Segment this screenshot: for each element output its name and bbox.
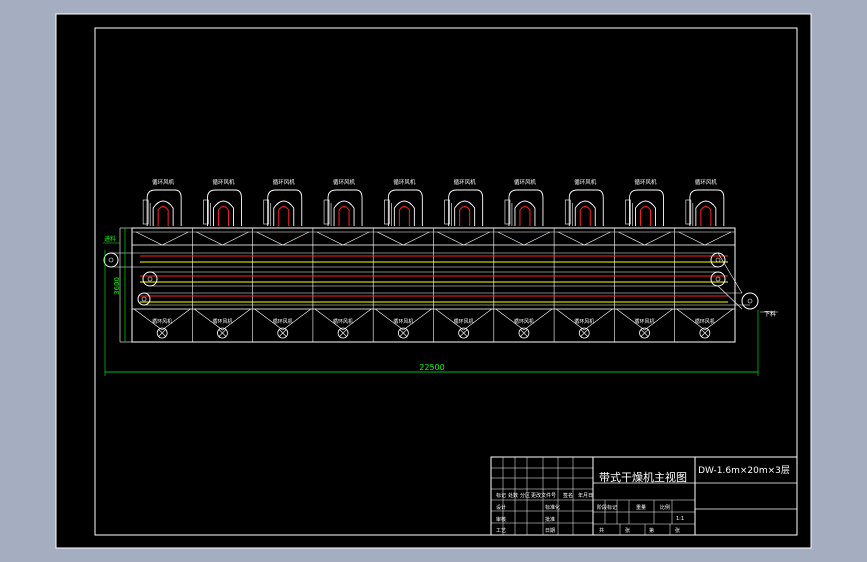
bottom-fan-label: 循环风机: [273, 318, 293, 325]
tb-header-5: 年月日: [578, 492, 593, 499]
tb-row-0-a: 设计: [496, 504, 506, 511]
tb-footer-3: 张: [675, 527, 680, 534]
fan-label: 循环风机: [152, 178, 175, 186]
fan-label: 循环风机: [574, 178, 597, 186]
drawing-sheet: 循环风机 循环风机 循环风机 循环风机 循环风机 循环风机 循环风机 循环风机 循环风机 循环风机…: [55, 13, 812, 549]
inlet-label: 进料: [104, 235, 116, 243]
tb-row-2-a: 工艺: [496, 528, 506, 534]
bottom-fan-label: 循环风机: [212, 318, 232, 325]
bottom-fan-label: 循环风机: [454, 318, 474, 325]
tb-mid-header-0: 阶段标记: [597, 504, 617, 511]
bottom-fan-label: 循环风机: [574, 318, 594, 325]
tb-row-2-c: 日期: [545, 528, 555, 534]
tb-header-0: 标记: [496, 492, 506, 499]
fan-label: 循环风机: [514, 178, 537, 186]
tb-header-3: 更改文件号: [531, 492, 556, 499]
bottom-fan-label: 循环风机: [333, 318, 353, 325]
tb-footer-2: 第: [649, 527, 654, 534]
tb-header-2: 分区: [520, 492, 530, 499]
height-dimension-text: 3600: [113, 277, 121, 295]
outlet-label: 下料: [764, 310, 776, 318]
bottom-fan-label: 循环风机: [152, 318, 172, 325]
tb-row-1-a: 审核: [496, 516, 506, 523]
tb-header-4: 签名: [563, 492, 573, 499]
bottom-fan-label: 循环风机: [393, 318, 413, 325]
model-designation: DW-1.6m×20m×3层: [698, 465, 790, 476]
bottom-fan-label: 循环风机: [635, 318, 655, 325]
bottom-fan-label: 循环风机: [514, 318, 534, 325]
fan-label: 循环风机: [695, 178, 718, 186]
length-dimension-text: 22500: [419, 363, 444, 372]
tb-scale: 1:1: [676, 516, 684, 522]
fan-label: 循环风机: [212, 178, 235, 186]
tb-row-1-c: 批准: [545, 516, 555, 523]
bottom-fan-label: 循环风机: [695, 318, 715, 325]
fan-label: 循环风机: [454, 178, 477, 186]
fan-label: 循环风机: [393, 178, 416, 186]
fan-label: 循环风机: [333, 178, 356, 186]
fan-label: 循环风机: [273, 178, 296, 186]
tb-header-1: 处数: [508, 492, 518, 499]
tb-footer-1: 张: [625, 527, 630, 534]
drawing-title: 带式干燥机主视图: [599, 470, 687, 484]
tb-mid-header-1: 重量: [636, 504, 646, 511]
tb-footer-0: 共: [599, 527, 604, 534]
tb-mid-header-2: 比例: [660, 504, 670, 511]
tb-row-0-c: 标准化: [545, 504, 560, 511]
fan-label: 循环风机: [635, 178, 658, 186]
